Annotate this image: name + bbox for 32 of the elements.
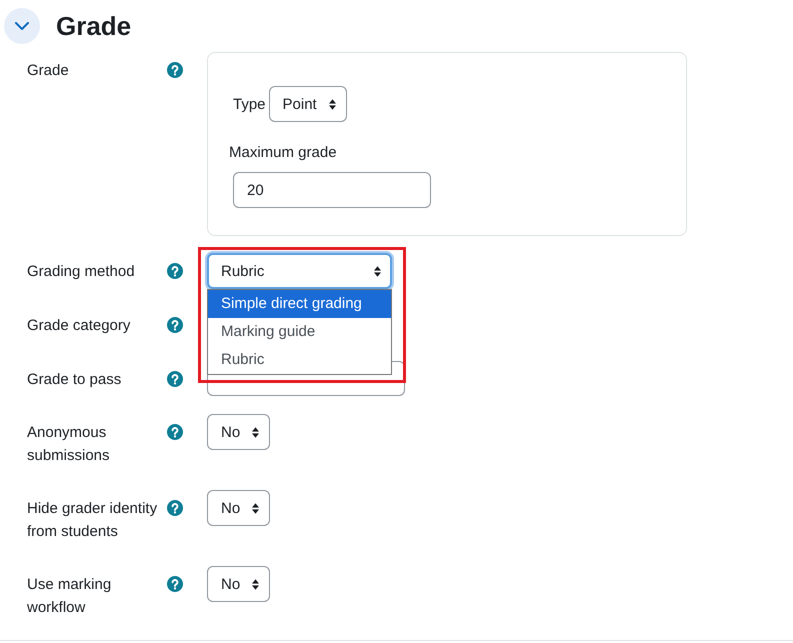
field-label: Grade to pass — [27, 370, 122, 390]
field-label: Grade category — [27, 316, 132, 336]
help-icon[interactable] — [167, 263, 183, 279]
select-field[interactable]: No — [207, 490, 270, 526]
up-down-caret-icon — [252, 502, 260, 514]
up-down-caret-icon — [252, 426, 260, 438]
up-down-caret-icon — [374, 266, 381, 276]
field-label: Grading method — [27, 262, 136, 282]
section-title: Grade — [56, 10, 132, 43]
select-field[interactable]: Rubric — [207, 253, 392, 289]
select-field[interactable]: No — [207, 414, 270, 450]
up-down-caret-icon — [252, 578, 260, 590]
up-down-caret-icon — [328, 98, 336, 110]
help-icon[interactable] — [167, 576, 183, 592]
help-icon[interactable] — [167, 424, 183, 440]
help-icon[interactable] — [167, 371, 183, 387]
dropdown-option[interactable]: Simple direct grading — [208, 290, 391, 318]
dropdown-option[interactable]: Rubric — [208, 346, 391, 374]
dropdown-option[interactable]: Marking guide — [208, 318, 391, 346]
field-label: Anonymous submissions — [27, 422, 111, 466]
type-label: Type — [233, 96, 266, 112]
field-label: Grade — [27, 60, 70, 80]
field-label: Hide grader identity from students — [27, 498, 158, 542]
collapse-button[interactable] — [4, 8, 40, 44]
maximum-grade-field[interactable]: 20 — [233, 172, 431, 208]
maximum-grade-label: Maximum grade — [229, 143, 337, 163]
help-icon[interactable] — [167, 62, 183, 78]
help-icon[interactable] — [167, 317, 183, 333]
field-label: Use marking workflow — [27, 574, 112, 618]
help-icon[interactable] — [167, 500, 183, 516]
type-select[interactable]: Point — [268, 86, 347, 122]
select-field[interactable]: No — [207, 566, 270, 602]
